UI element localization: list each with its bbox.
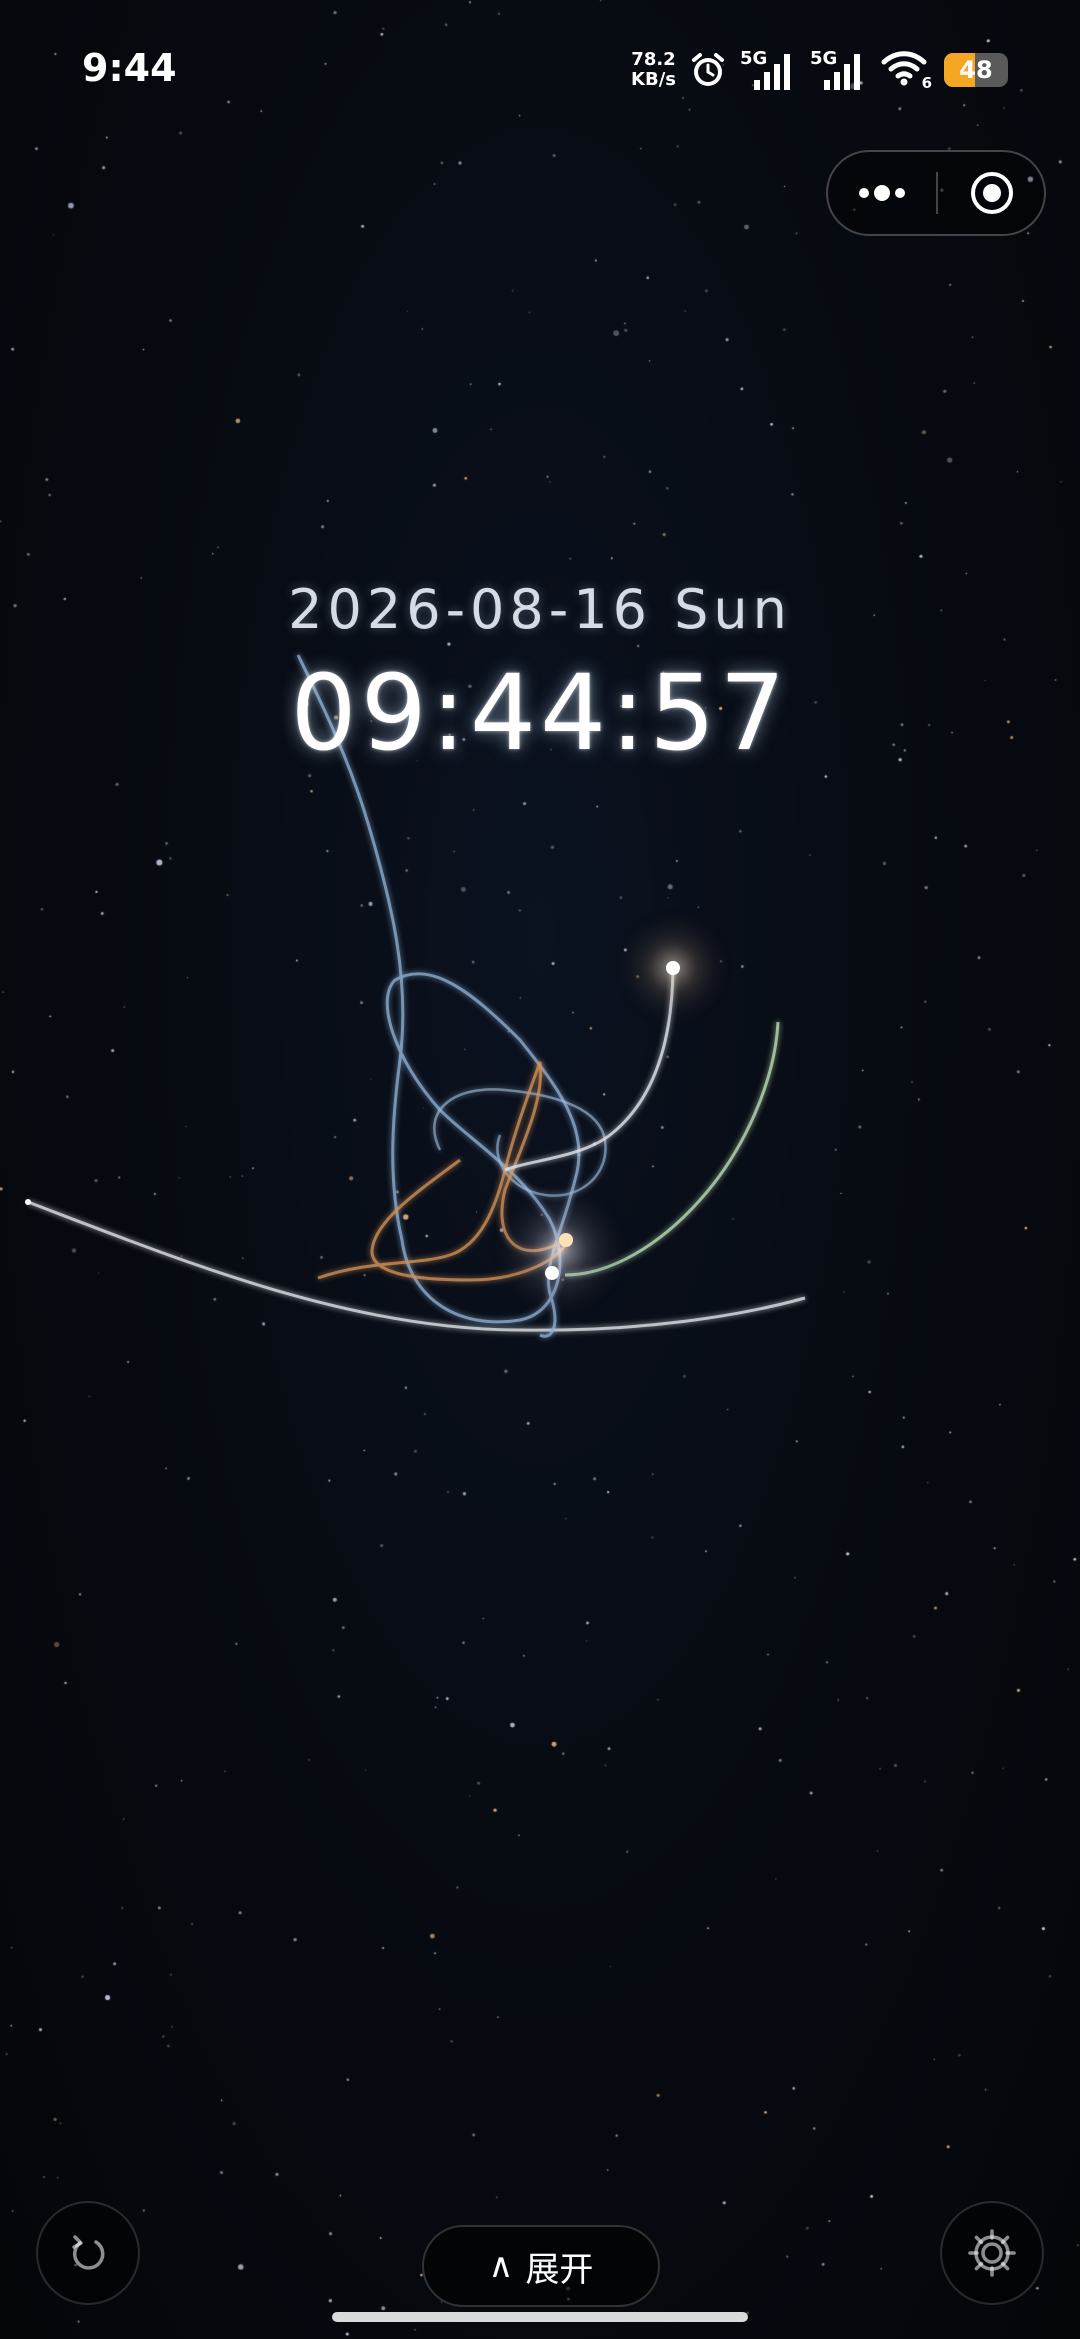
signal-bars-icon [824, 54, 860, 90]
reset-button[interactable] [36, 2201, 140, 2305]
sim1-signal: 5G [740, 48, 798, 92]
alarm-icon [692, 53, 724, 86]
wifi-tag: 6 [921, 74, 932, 92]
clock-time: 09:44:57 [290, 652, 790, 774]
gear-icon [968, 2229, 1016, 2277]
star-halo-center [490, 1180, 630, 1320]
star-body-orange [559, 1233, 573, 1247]
status-bar: 9:44 78.2 KB/s 5G 5G 6 48 [0, 0, 1080, 140]
more-button[interactable] [828, 152, 936, 234]
mini-program-capsule [826, 150, 1046, 236]
chevron-up-icon: ∧ [488, 2246, 514, 2286]
status-time: 9:44 [82, 46, 177, 90]
three-body-simulation[interactable] [0, 0, 1080, 2339]
orbit-trail-white [27, 1200, 806, 1332]
network-speed: 78.2 KB/s [631, 50, 676, 90]
reset-rotate-icon [72, 2235, 105, 2270]
trail-tip [25, 1199, 31, 1205]
star-body-white [545, 1266, 559, 1280]
battery-level: 48 [959, 56, 993, 84]
sim2-signal: 5G [810, 48, 868, 92]
battery-body: 48 [944, 53, 1008, 87]
expand-label: 展开 [525, 2249, 594, 2290]
network-speed-value: 78.2 [631, 49, 676, 70]
network-speed-unit: KB/s [631, 69, 676, 90]
battery-indicator: 48 [944, 53, 1008, 87]
home-indicator[interactable] [332, 2312, 748, 2322]
star-body-top [666, 961, 680, 975]
wifi-status: 6 [880, 48, 932, 92]
signal-bars-icon [754, 54, 790, 90]
status-icons: 78.2 KB/s 5G 5G 6 48 [631, 46, 1008, 94]
settings-button[interactable] [940, 2201, 1044, 2305]
clock-date: 2026-08-16 Sun [288, 578, 792, 641]
more-dots-icon [859, 185, 905, 201]
expand-button[interactable]: ∧ 展开 [422, 2225, 660, 2307]
app-screen: 9:44 78.2 KB/s 5G 5G 6 48 2026-08-16 Sun… [0, 0, 1080, 2339]
target-close-icon [971, 172, 1013, 214]
close-button[interactable] [938, 152, 1046, 234]
